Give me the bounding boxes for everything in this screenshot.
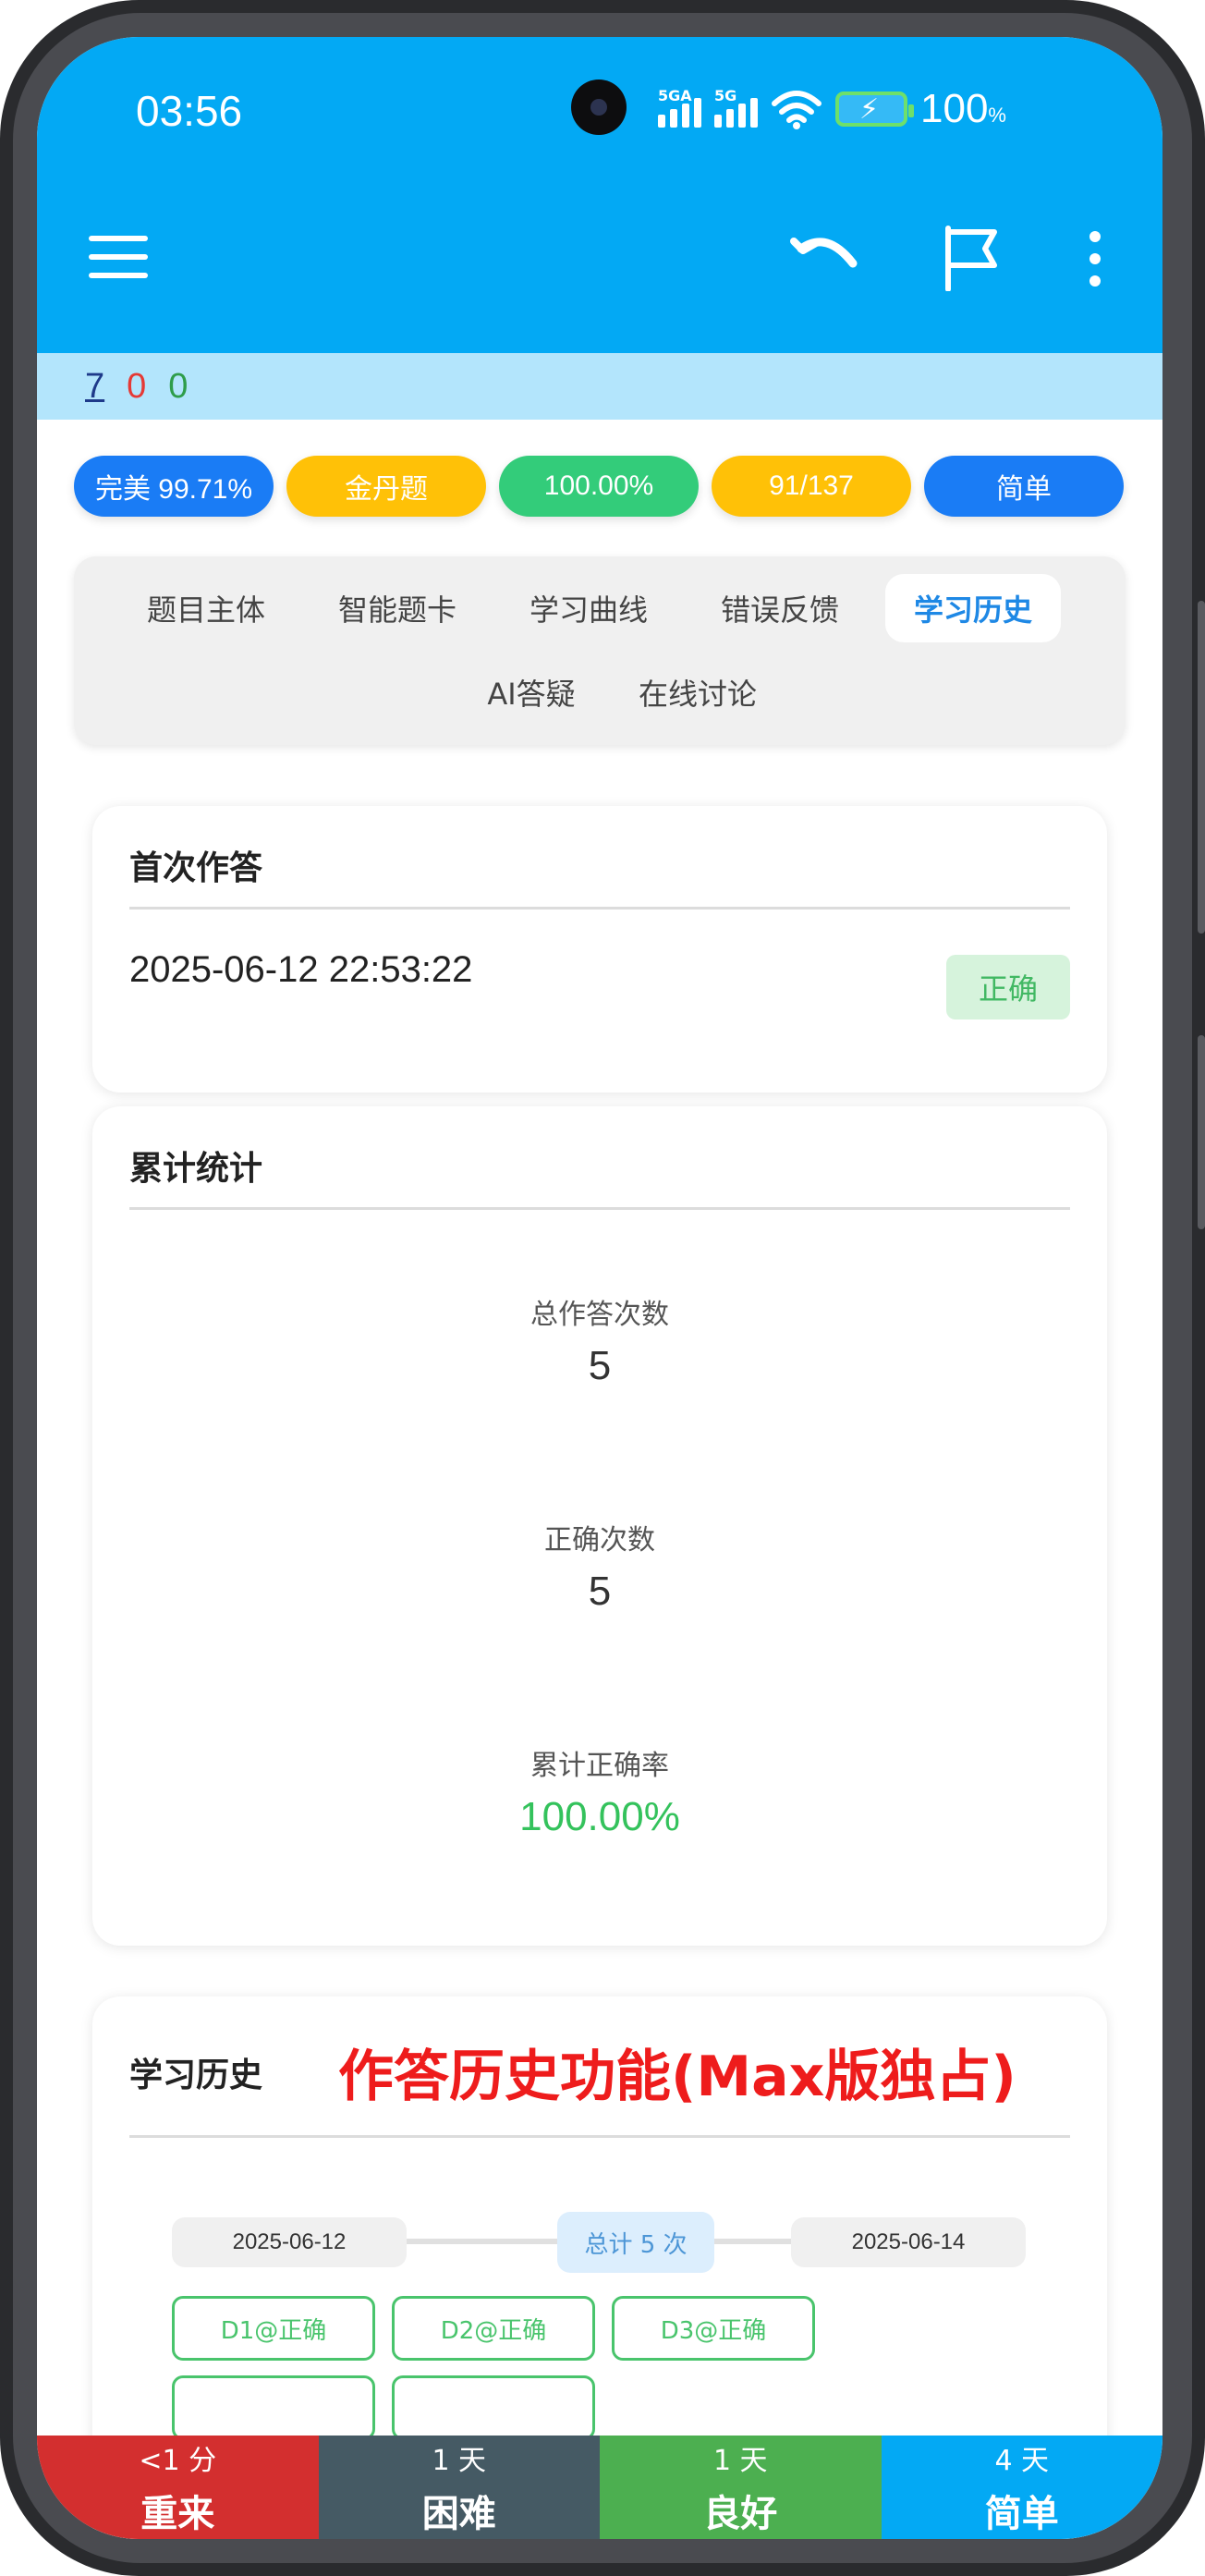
divider [129,2135,1070,2138]
easy-label: 简单 [984,2493,1059,2535]
timeline-end-date: 2025-06-14 [791,2217,1026,2267]
badge-row: 完美 99.71% 金丹题 100.00% 91/137 简单 [74,456,1124,517]
hard-label: 困难 [421,2493,496,2535]
mastery-badge: 完美 99.71% [74,456,274,517]
tab-ai-answer[interactable]: AI答疑 [462,658,601,726]
review-count: 0 [168,366,189,406]
app-bar: 03:56 5GA 5G ⚡ 100% [37,37,1162,353]
tab-error-feedback[interactable]: 错误反馈 [694,574,866,642]
status-icons: 5GA 5G ⚡ 100% [658,83,1006,135]
again-interval: <1 分 [139,2445,217,2477]
first-answer-title: 首次作答 [129,849,263,887]
correct-count-value: 5 [588,1569,612,1614]
divider [129,1207,1070,1210]
level-badge: 金丹题 [286,456,486,517]
stats-card: 累计统计 总作答次数 5 正确次数 5 累计正确率 100.00% [92,1106,1107,1946]
accuracy-badge: 100.00% [499,456,699,517]
good-button[interactable]: 1 天 良好 [600,2436,882,2539]
flag-icon[interactable] [941,225,1002,291]
cell-signal-icon-1: 5GA [658,87,701,128]
tab-bar: 题目主体 智能题卡 学习曲线 错误反馈 学习历史 AI答疑 在线讨论 [74,556,1126,745]
first-answer-datetime: 2025-06-12 22:53:22 [129,949,473,990]
tab-learning-history[interactable]: 学习历史 [885,574,1061,642]
cell-signal-icon-2: 5G [714,87,758,128]
promo-text: 作答历史功能(Max版独占) [338,2045,1016,2109]
new-count[interactable]: 7 [85,367,104,407]
network-type-2: 5G [714,87,737,104]
history-title: 学习历史 [129,2057,263,2094]
easy-interval: 4 天 [994,2445,1050,2477]
first-answer-card: 首次作答 2025-06-12 22:53:22 正确 [92,806,1107,1093]
battery-value: 100 [920,86,989,131]
status-time: 03:56 [136,87,243,135]
tab-smart-card[interactable]: 智能题卡 [311,574,483,642]
again-button[interactable]: <1 分 重来 [37,2436,319,2539]
rating-bar: <1 分 重来 1 天 困难 1 天 良好 4 天 简单 [37,2436,1162,2539]
good-label: 良好 [703,2493,778,2535]
history-chip-partial[interactable] [392,2375,595,2440]
progress-badge: 91/137 [712,456,911,517]
power-button [1198,1035,1205,1229]
wifi-icon [772,91,822,129]
correct-count-label: 正确次数 [544,1524,655,1557]
battery-unit: % [988,104,1006,127]
tab-online-discussion[interactable]: 在线讨论 [619,658,776,726]
review-counts: 7 0 0 [37,353,1162,420]
volume-button [1198,601,1205,934]
battery-icon: ⚡ [835,92,914,127]
hard-interval: 1 天 [432,2445,487,2477]
hard-button[interactable]: 1 天 困难 [318,2436,600,2539]
phone-frame: 03:56 5GA 5G ⚡ 100% 7 0 0 完美 99.71% 金丹题 … [0,0,1205,2576]
screen: 03:56 5GA 5G ⚡ 100% 7 0 0 完美 99.71% 金丹题 … [37,37,1162,2539]
accuracy-value: 100.00% [519,1794,680,1839]
timeline-total: 总计 5 次 [557,2212,714,2273]
total-attempts-value: 5 [588,1343,612,1388]
menu-icon[interactable] [89,236,148,280]
history-chip[interactable]: D1@正确 [172,2296,375,2361]
stats-title: 累计统计 [129,1150,263,1188]
total-attempts-label: 总作答次数 [530,1299,669,1331]
accuracy-label: 累计正确率 [530,1750,669,1782]
front-camera [571,79,627,135]
battery-level: 100% [920,86,1006,132]
easy-button[interactable]: 4 天 简单 [881,2436,1162,2539]
history-chip[interactable]: D3@正确 [612,2296,815,2361]
history-chip-partial[interactable] [172,2375,375,2440]
tab-learning-curve[interactable]: 学习曲线 [503,574,675,642]
undo-icon[interactable] [790,226,864,287]
tab-question-body[interactable]: 题目主体 [120,574,292,642]
history-chip[interactable]: D2@正确 [392,2296,595,2361]
learning-count: 0 [127,366,147,406]
again-label: 重来 [140,2493,215,2535]
timeline-start-date: 2025-06-12 [172,2217,407,2267]
difficulty-badge: 简单 [924,456,1124,517]
good-interval: 1 天 [712,2445,768,2477]
divider [129,907,1070,910]
result-badge: 正确 [946,955,1070,1019]
more-vertical-icon[interactable] [1081,231,1109,288]
network-type-1: 5GA [658,87,692,104]
